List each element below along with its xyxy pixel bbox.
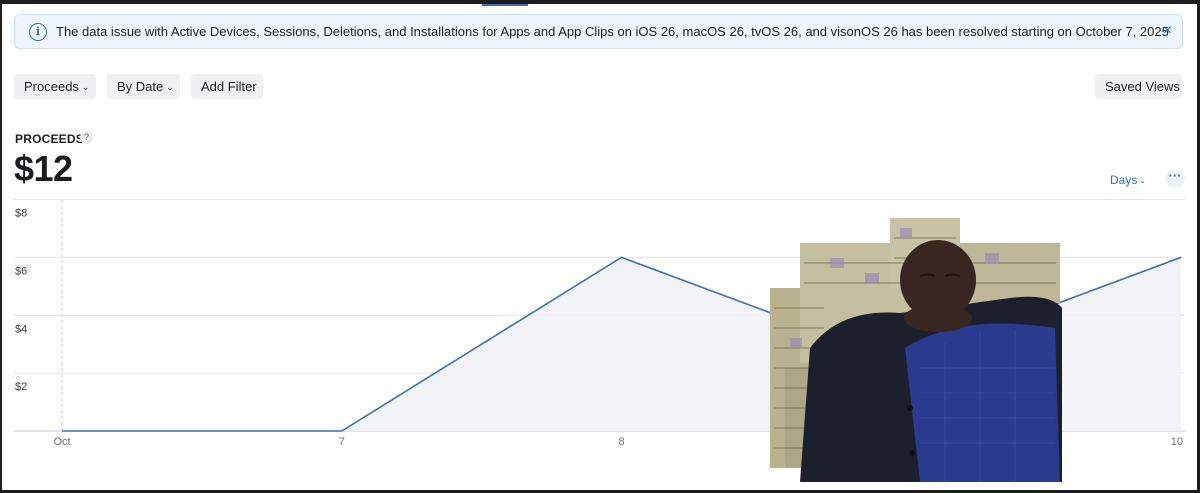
chevron-down-icon: ⌄ (166, 82, 174, 92)
y-tick-label: $8 (15, 208, 27, 220)
y-tick-label: $2 (15, 381, 27, 393)
more-options-icon[interactable]: ··· (1165, 169, 1185, 188)
banner-message: The data issue with Active Devices, Sess… (56, 24, 1169, 39)
metric-label: PROCEEDS (15, 132, 84, 146)
close-icon[interactable]: × (1163, 22, 1172, 40)
saved-views-button[interactable]: Saved Views (1095, 74, 1182, 99)
proceeds-dropdown[interactable]: Proceeds ⌄ (14, 74, 96, 99)
active-tab-indicator (482, 4, 528, 6)
days-granularity-dropdown[interactable]: Days ⌄ (1110, 173, 1146, 187)
x-tick-label: 7 (339, 436, 345, 448)
info-banner: i The data issue with Active Devices, Se… (14, 14, 1183, 49)
window-top-edge (0, 0, 1200, 4)
by-date-dropdown[interactable]: By Date ⌄ (107, 74, 180, 99)
chevron-down-icon: ⌄ (1139, 176, 1147, 185)
y-tick-label: $4 (15, 323, 27, 335)
help-icon[interactable]: ? (80, 131, 93, 144)
proceeds-dropdown-label: Proceeds (24, 79, 79, 94)
by-date-dropdown-label: By Date (117, 79, 164, 94)
x-tick-label: 8 (618, 436, 624, 448)
y-tick-label: $6 (15, 265, 27, 277)
metric-value: $12 (14, 148, 73, 189)
money-pile-meme-image (770, 218, 1062, 482)
x-tick-label: 10 (1171, 436, 1183, 448)
chevron-down-icon: ⌄ (81, 82, 90, 92)
x-tick-label: Oct (53, 436, 70, 448)
add-filter-button[interactable]: Add Filter (191, 74, 263, 99)
info-icon: i (29, 23, 47, 41)
days-label: Days (1110, 173, 1138, 187)
